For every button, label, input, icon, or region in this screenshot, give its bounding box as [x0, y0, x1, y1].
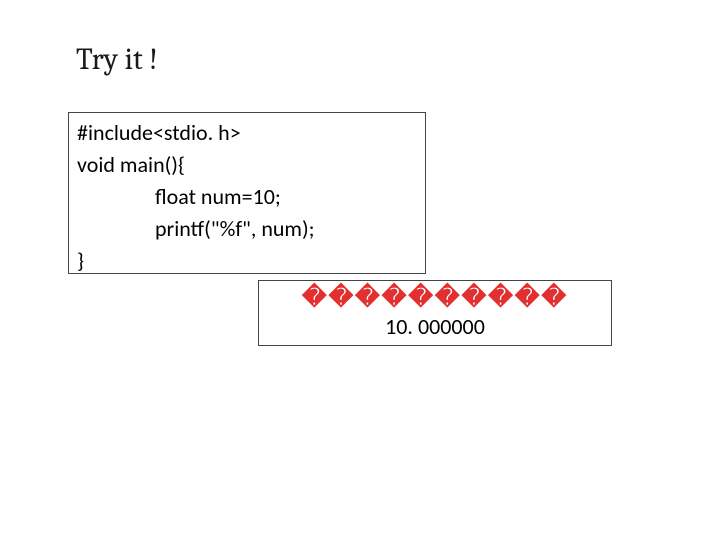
slide-title: Try it !	[76, 42, 158, 77]
code-text-3: float num=10;	[155, 183, 281, 210]
result-box: ���������� 10. 000000	[258, 280, 612, 346]
code-line-1: #include<stdio. h>	[77, 117, 417, 149]
code-line-4: printf("%f", num);	[77, 213, 417, 245]
result-value: 10. 000000	[259, 313, 611, 340]
result-placeholder: ����������	[259, 285, 611, 311]
slide: Try it ! #include<stdio. h> void main(){…	[0, 0, 720, 540]
code-line-2: void main(){	[77, 149, 417, 181]
code-box: #include<stdio. h> void main(){ float nu…	[68, 112, 426, 274]
code-line-3: float num=10;	[77, 181, 417, 213]
code-line-5: }	[77, 245, 417, 277]
code-text-4: printf("%f", num);	[155, 215, 315, 242]
